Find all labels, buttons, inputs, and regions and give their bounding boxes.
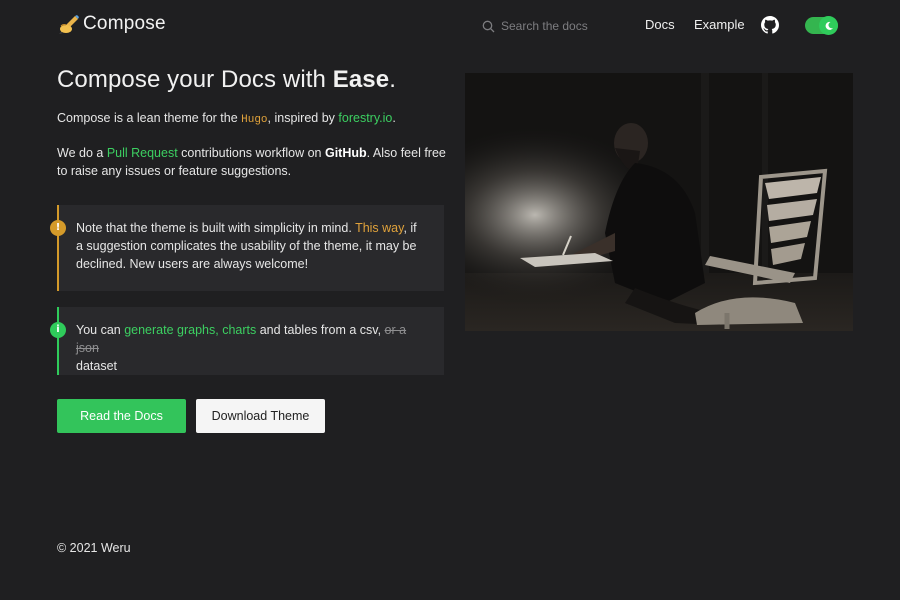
forestry-link[interactable]: forestry.io: [338, 111, 392, 125]
this-way-link[interactable]: This way: [355, 221, 403, 235]
download-theme-button[interactable]: Download Theme: [196, 399, 325, 433]
read-docs-button[interactable]: Read the Docs: [57, 399, 186, 433]
site-header: Compose Docs Example: [0, 0, 900, 52]
footer-copyright: © 2021 Weru: [57, 541, 131, 555]
info-notice: i You can generate graphs, charts and ta…: [50, 307, 444, 375]
writing-hand-icon: [59, 15, 79, 34]
hero-image: [465, 73, 853, 331]
man-writing-photo: [465, 73, 853, 331]
logo-text: Compose: [83, 13, 166, 34]
charts-link[interactable]: charts: [222, 323, 256, 337]
nav-example-link[interactable]: Example: [694, 17, 745, 32]
search-box[interactable]: [482, 16, 622, 36]
pull-request-link[interactable]: Pull Request: [107, 146, 178, 160]
page-title: Compose your Docs with Ease.: [57, 66, 396, 93]
intro-paragraph: Compose is a lean theme for the Hugo, in…: [57, 111, 396, 126]
logo-link[interactable]: Compose: [57, 12, 166, 36]
theme-toggle[interactable]: [805, 16, 838, 35]
warning-notice: ! Note that the theme is built with simp…: [50, 205, 444, 291]
toggle-knob: [819, 16, 838, 35]
contrib-paragraph: We do a Pull Request contributions workf…: [57, 146, 446, 178]
title-emphasis: Ease: [332, 66, 390, 93]
info-icon: i: [50, 322, 66, 338]
warning-icon: !: [50, 220, 66, 236]
search-input[interactable]: [501, 19, 616, 33]
github-icon[interactable]: [761, 16, 779, 34]
hugo-code: Hugo: [241, 114, 268, 126]
graphs-link[interactable]: generate graphs: [124, 323, 215, 337]
nav-docs-link[interactable]: Docs: [645, 17, 675, 32]
moon-icon: [825, 21, 833, 30]
github-text: GitHub: [324, 146, 367, 160]
search-icon: [482, 20, 495, 32]
